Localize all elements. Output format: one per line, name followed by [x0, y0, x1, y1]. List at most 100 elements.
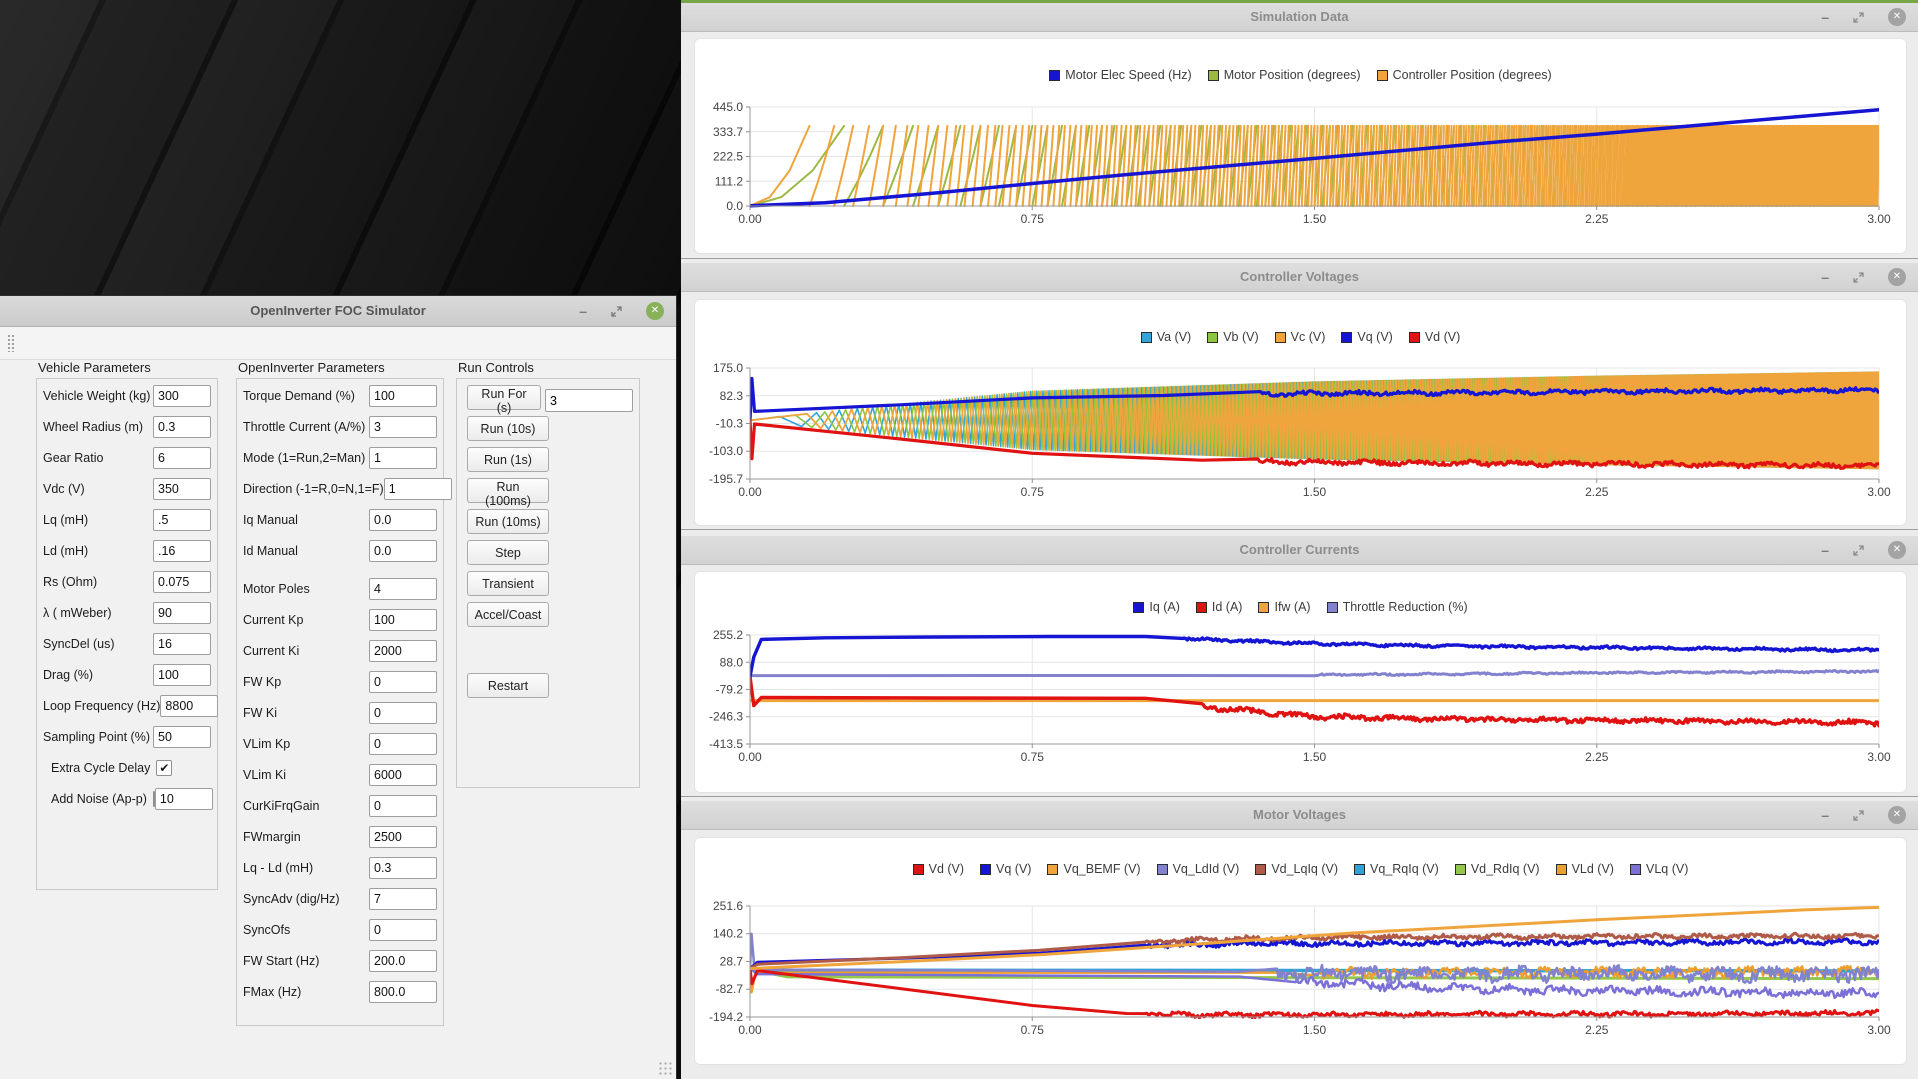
minimize-icon[interactable]: –: [579, 304, 587, 318]
chart-canvas: 445.0 333.7 222.5 111.2 0.00.00 0.75 1.50 2.25 3…: [713, 100, 1891, 226]
param-label: Sampling Point (%): [43, 730, 150, 744]
controller-voltages-titlebar[interactable]: Controller Voltages – ✕: [681, 263, 1918, 292]
svg-text:0.00: 0.00: [738, 1023, 762, 1037]
chart-card: Vd (V) Vq (V) Vq_BEMF (V) Vq_LdId (V) Vd_LqI…: [694, 837, 1907, 1065]
minimize-icon[interactable]: –: [1821, 808, 1829, 822]
input-lq-ld-mh[interactable]: [369, 857, 437, 879]
input-add-noise-ap-p[interactable]: [154, 788, 213, 810]
input-vlim-kp[interactable]: [369, 733, 437, 755]
input-loop-frequency-hz[interactable]: [160, 695, 219, 717]
restore-icon[interactable]: [1853, 544, 1864, 556]
input-vehicle-weight-kg[interactable]: [153, 385, 211, 407]
input-vlim-ki[interactable]: [369, 764, 437, 786]
input-motor-poles[interactable]: [369, 578, 437, 600]
svg-text:-103.0: -103.0: [709, 444, 743, 458]
input-sampling-point[interactable]: [153, 726, 211, 748]
param-label: CurKiFrqGain: [243, 799, 320, 813]
close-icon[interactable]: ✕: [1888, 8, 1906, 26]
checkbox-extra-cycle-delay[interactable]: ✔: [156, 760, 173, 776]
input-rs-ohm[interactable]: [153, 571, 211, 593]
param-row-fw-kp: FW Kp: [243, 671, 437, 693]
input-current-kp[interactable]: [369, 609, 437, 631]
close-icon[interactable]: ✕: [646, 302, 664, 320]
svg-text:2.25: 2.25: [1585, 485, 1609, 499]
minimize-icon[interactable]: –: [1821, 543, 1829, 557]
button-run-100ms[interactable]: Run (100ms): [467, 478, 549, 508]
run-controls-title: Run Controls: [458, 360, 534, 375]
minimize-icon[interactable]: –: [1821, 10, 1829, 24]
param-label: Mode (1=Run,2=Man): [243, 451, 366, 465]
param-label: Motor Poles: [243, 582, 310, 596]
param-row-vehicle-weight-kg: Vehicle Weight (kg): [43, 385, 211, 407]
openinverter-parameters-group: OpenInverter Parameters Torque Demand (%…: [236, 360, 452, 1026]
input-throttle-current-a[interactable]: [369, 416, 437, 438]
toolbar-grip-icon[interactable]: [7, 334, 16, 352]
desktop-root: OpenInverter FOC Simulator – ✕ Vehicle P…: [0, 0, 1918, 1079]
input-vdc-v[interactable]: [153, 478, 211, 500]
param-label: FW Ki: [243, 706, 278, 720]
input-drag[interactable]: [153, 664, 211, 686]
button-run-10s[interactable]: Run (10s): [467, 416, 549, 441]
input-id-manual[interactable]: [369, 540, 437, 562]
restore-icon[interactable]: [611, 305, 622, 317]
resize-grip-icon[interactable]: [658, 1061, 672, 1075]
button-accel-coast[interactable]: Accel/Coast: [467, 602, 549, 627]
param-row-torque-demand: Torque Demand (%): [243, 385, 437, 407]
svg-text:175.0: 175.0: [713, 361, 743, 375]
input-gear-ratio[interactable]: [153, 447, 211, 469]
button-run-1s[interactable]: Run (1s): [467, 447, 549, 472]
param-label: Gear Ratio: [43, 451, 104, 465]
input-fw-ki[interactable]: [369, 702, 437, 724]
input-fwmargin[interactable]: [369, 826, 437, 848]
simulator-titlebar[interactable]: OpenInverter FOC Simulator – ✕: [0, 296, 676, 327]
chart-canvas: 255.2 88.0 -79.2 -246.3 -413.50.00 0.75 1.50 2.…: [709, 628, 1891, 764]
input-lq-mh[interactable]: [153, 509, 211, 531]
input-current-ki[interactable]: [369, 640, 437, 662]
input-ld-mh[interactable]: [153, 540, 211, 562]
controller-voltages-title: Controller Voltages: [1240, 269, 1359, 284]
input-run-for-seconds[interactable]: [545, 389, 633, 412]
input-iq-manual[interactable]: [369, 509, 437, 531]
param-row-vlim-kp: VLim Kp: [243, 733, 437, 755]
svg-text:140.2: 140.2: [713, 927, 743, 941]
input-direction-1-r-0-n-1-f[interactable]: [383, 478, 452, 500]
input-wheel-radius-m[interactable]: [153, 416, 211, 438]
button-step[interactable]: Step: [467, 540, 549, 565]
input-fw-start-hz[interactable]: [369, 950, 437, 972]
button-restart[interactable]: Restart: [467, 673, 549, 698]
input-syncadv-dig-hz[interactable]: [369, 888, 437, 910]
close-icon[interactable]: ✕: [1888, 268, 1906, 286]
motor-voltages-titlebar[interactable]: Motor Voltages – ✕: [681, 801, 1918, 830]
param-row-sampling-point: Sampling Point (%): [43, 726, 211, 748]
input-syncdel-us[interactable]: [153, 633, 211, 655]
svg-text:0.00: 0.00: [738, 750, 762, 764]
param-label: Ld (mH): [43, 544, 89, 558]
button-run-for[interactable]: Run For (s): [467, 385, 541, 415]
param-row-lq-ld-mh: Lq - Ld (mH): [243, 857, 437, 879]
input-curkifrqgain[interactable]: [369, 795, 437, 817]
restore-icon[interactable]: [1853, 271, 1864, 283]
svg-text:0.0: 0.0: [726, 199, 743, 213]
button-run-10ms[interactable]: Run (10ms): [467, 509, 549, 534]
close-icon[interactable]: ✕: [1888, 541, 1906, 559]
svg-text:222.5: 222.5: [713, 150, 743, 164]
restore-icon[interactable]: [1853, 809, 1864, 821]
input-mode-1-run-2-man[interactable]: [369, 447, 437, 469]
close-icon[interactable]: ✕: [1888, 806, 1906, 824]
input-syncofs[interactable]: [369, 919, 437, 941]
svg-text:-413.5: -413.5: [709, 737, 743, 751]
button-transient[interactable]: Transient: [467, 571, 549, 596]
restore-icon[interactable]: [1853, 11, 1864, 23]
simulation-data-titlebar[interactable]: Simulation Data – ✕: [681, 3, 1918, 32]
svg-text:3.00: 3.00: [1867, 750, 1891, 764]
input-torque-demand[interactable]: [369, 385, 437, 407]
param-row-fw-ki: FW Ki: [243, 702, 437, 724]
input-fw-kp[interactable]: [369, 671, 437, 693]
chart-card: Va (V) Vb (V) Vc (V) Vq (V) Vd (V) 175.0 82.3…: [694, 299, 1907, 526]
svg-text:111.2: 111.2: [715, 174, 744, 188]
input-fmax-hz[interactable]: [369, 981, 437, 1003]
controller-currents-titlebar[interactable]: Controller Currents – ✕: [681, 536, 1918, 565]
minimize-icon[interactable]: –: [1821, 270, 1829, 284]
input-mweber[interactable]: [153, 602, 211, 624]
param-row-wheel-radius-m: Wheel Radius (m): [43, 416, 211, 438]
